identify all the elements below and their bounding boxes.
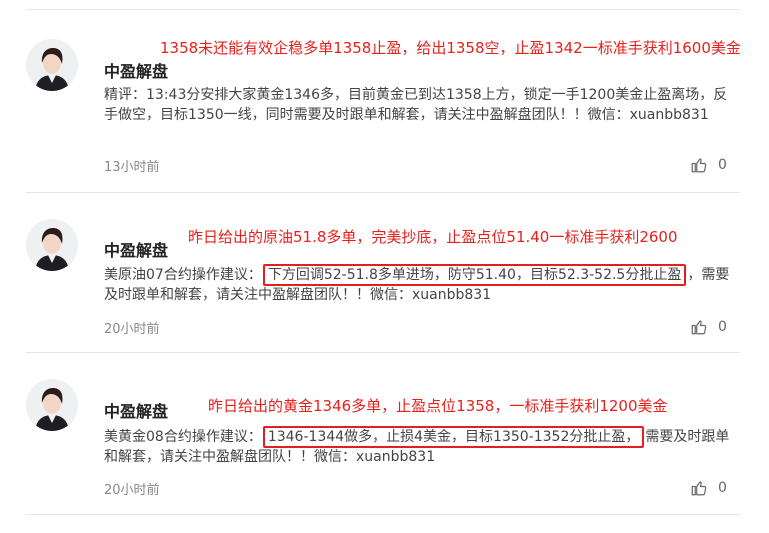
thumbs-up-icon bbox=[691, 320, 707, 335]
divider bbox=[26, 514, 740, 515]
body-prefix: 美黄金08合约操作建议： bbox=[104, 429, 262, 445]
author-name[interactable]: 中盈解盘 bbox=[104, 58, 168, 82]
author-name[interactable]: 中盈解盘 bbox=[104, 398, 168, 422]
post-time: 20小时前 bbox=[104, 322, 160, 337]
post-item: 昨日给出的原油51.8多单，完美抄底，止盈点位51.40一标准手获利2600 中… bbox=[0, 193, 769, 343]
avatar[interactable] bbox=[26, 219, 78, 271]
highlight-box: 1346-1344做多，止损4美金，目标1350-1352分批止盈， bbox=[262, 426, 645, 448]
post-time: 13小时前 bbox=[104, 160, 160, 175]
user-avatar-icon bbox=[26, 379, 78, 431]
body-prefix: 美原油07合约操作建议： bbox=[104, 267, 262, 283]
thumbs-up-icon bbox=[691, 481, 707, 496]
avatar[interactable] bbox=[26, 379, 78, 431]
author-name[interactable]: 中盈解盘 bbox=[104, 237, 168, 261]
user-avatar-icon bbox=[26, 219, 78, 271]
post-item: 1358未还能有效企稳多单1358止盈，给出1358空，止盈1342一标准手获利… bbox=[0, 10, 769, 175]
post-body: 精评：13:43分安排大家黄金1346多，目前黄金已到达1358上方，锁定一手1… bbox=[104, 87, 728, 123]
post-body: 美原油07合约操作建议： 下方回调52-51.8多单进场，防守51.40，目标52… bbox=[104, 264, 740, 305]
user-avatar-icon bbox=[26, 39, 78, 91]
like-button[interactable]: 0 bbox=[690, 156, 727, 174]
like-count: 0 bbox=[718, 319, 727, 335]
like-button[interactable]: 0 bbox=[690, 479, 727, 497]
post-item: 昨日给出的黄金1346多单，止盈点位1358，一标准手获利1200美金 中盈解盘… bbox=[0, 353, 769, 503]
annotation-note: 1358未还能有效企稳多单1358止盈，给出1358空，止盈1342一标准手获利… bbox=[160, 39, 741, 57]
like-count: 0 bbox=[718, 157, 727, 173]
like-count: 0 bbox=[718, 480, 727, 496]
highlight-box: 下方回调52-51.8多单进场，防守51.40，目标52.3-52.5分批止盈 bbox=[262, 264, 687, 286]
thumbs-up-icon bbox=[691, 158, 707, 173]
avatar[interactable] bbox=[26, 39, 78, 91]
post-body: 美黄金08合约操作建议： 1346-1344做多，止损4美金，目标1350-135… bbox=[104, 426, 740, 467]
post-time: 20小时前 bbox=[104, 483, 160, 498]
annotation-note: 昨日给出的原油51.8多单，完美抄底，止盈点位51.40一标准手获利2600 bbox=[188, 228, 678, 246]
annotation-note: 昨日给出的黄金1346多单，止盈点位1358，一标准手获利1200美金 bbox=[208, 397, 668, 415]
like-button[interactable]: 0 bbox=[690, 318, 727, 336]
